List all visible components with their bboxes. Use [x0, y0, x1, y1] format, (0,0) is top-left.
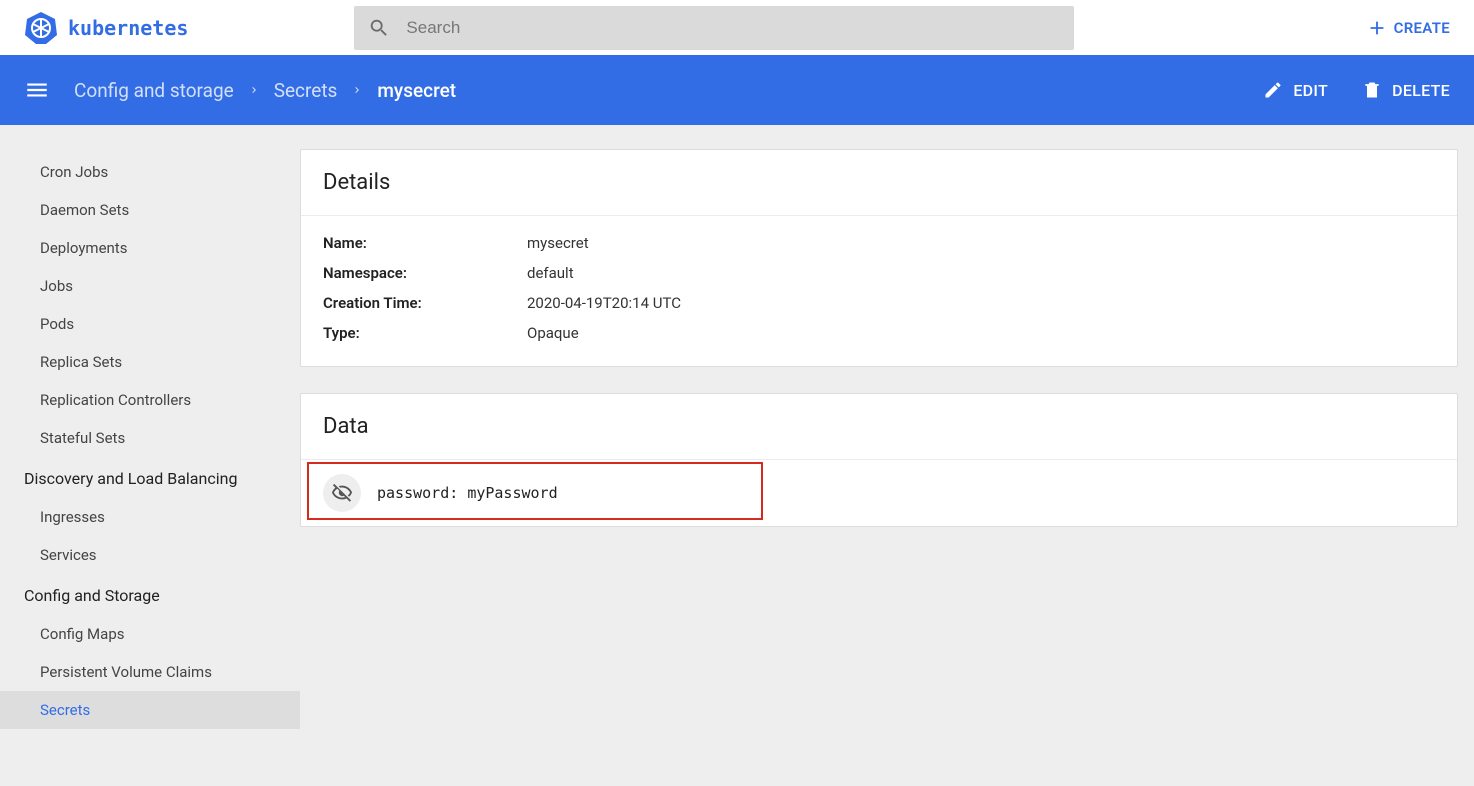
- crumb-secrets[interactable]: Secrets: [274, 79, 338, 102]
- sidebar-item-cron-jobs[interactable]: Cron Jobs: [0, 153, 300, 191]
- sidebar-item-config-maps[interactable]: Config Maps: [0, 615, 300, 653]
- trash-icon: [1362, 80, 1382, 100]
- sidebar-item-jobs[interactable]: Jobs: [0, 267, 300, 305]
- sidebar-item-daemon-sets[interactable]: Daemon Sets: [0, 191, 300, 229]
- eye-off-icon: [331, 482, 353, 504]
- chevron-right-icon: [248, 84, 260, 96]
- delete-label: DELETE: [1392, 81, 1450, 100]
- data-row: password: myPassword: [301, 460, 1457, 526]
- sidebar-group-config[interactable]: Config and Storage: [0, 574, 300, 615]
- sidebar-item-pods[interactable]: Pods: [0, 305, 300, 343]
- details-value: Opaque: [527, 324, 579, 342]
- details-label: Namespace:: [323, 264, 527, 282]
- hamburger-menu-icon[interactable]: [24, 77, 50, 103]
- crumb-current: mysecret: [377, 79, 456, 102]
- data-title: Data: [301, 394, 1457, 460]
- sidebar: Cron Jobs Daemon Sets Deployments Jobs P…: [0, 125, 300, 786]
- data-kv: password: myPassword: [377, 484, 558, 502]
- bluebar: Config and storage Secrets mysecret EDIT…: [0, 55, 1474, 125]
- crumb-config-storage[interactable]: Config and storage: [74, 79, 234, 102]
- search-box[interactable]: [354, 6, 1074, 50]
- search-input[interactable]: [406, 18, 1060, 38]
- details-value: default: [527, 264, 574, 282]
- sidebar-group-discovery[interactable]: Discovery and Load Balancing: [0, 457, 300, 498]
- data-key: password:: [377, 484, 458, 502]
- chevron-right-icon: [351, 84, 363, 96]
- create-button[interactable]: CREATE: [1366, 17, 1450, 39]
- sidebar-item-replica-sets[interactable]: Replica Sets: [0, 343, 300, 381]
- edit-button[interactable]: EDIT: [1263, 80, 1328, 100]
- sidebar-item-ingresses[interactable]: Ingresses: [0, 498, 300, 536]
- details-label: Creation Time:: [323, 294, 527, 312]
- sidebar-item-secrets[interactable]: Secrets: [0, 691, 300, 729]
- topbar: kubernetes CREATE: [0, 0, 1474, 55]
- toggle-visibility-button[interactable]: [323, 474, 361, 512]
- delete-button[interactable]: DELETE: [1362, 80, 1450, 100]
- details-label: Name:: [323, 234, 527, 252]
- details-value: 2020-04-19T20:14 UTC: [527, 294, 681, 312]
- details-row-creation-time: Creation Time: 2020-04-19T20:14 UTC: [323, 288, 1435, 318]
- brand-text: kubernetes: [68, 16, 188, 40]
- details-row-name: Name: mysecret: [323, 228, 1435, 258]
- sidebar-item-deployments[interactable]: Deployments: [0, 229, 300, 267]
- sidebar-item-replication-controllers[interactable]: Replication Controllers: [0, 381, 300, 419]
- sidebar-item-pvc[interactable]: Persistent Volume Claims: [0, 653, 300, 691]
- search-icon: [368, 17, 390, 39]
- details-row-type: Type: Opaque: [323, 318, 1435, 348]
- plus-icon: [1366, 17, 1388, 39]
- pencil-icon: [1263, 80, 1283, 100]
- details-title: Details: [301, 150, 1457, 216]
- main-panel: Details Name: mysecret Namespace: defaul…: [300, 125, 1474, 786]
- details-row-namespace: Namespace: default: [323, 258, 1435, 288]
- create-label: CREATE: [1394, 19, 1450, 37]
- edit-label: EDIT: [1293, 81, 1328, 100]
- breadcrumb: Config and storage Secrets mysecret: [74, 79, 456, 102]
- details-label: Type:: [323, 324, 527, 342]
- kubernetes-logo-icon: [24, 11, 58, 45]
- sidebar-item-stateful-sets[interactable]: Stateful Sets: [0, 419, 300, 457]
- data-value: myPassword: [467, 484, 557, 502]
- details-value: mysecret: [527, 234, 589, 252]
- data-card: Data password: myPassword: [300, 393, 1458, 527]
- sidebar-item-services[interactable]: Services: [0, 536, 300, 574]
- logo[interactable]: kubernetes: [24, 11, 188, 45]
- details-card: Details Name: mysecret Namespace: defaul…: [300, 149, 1458, 367]
